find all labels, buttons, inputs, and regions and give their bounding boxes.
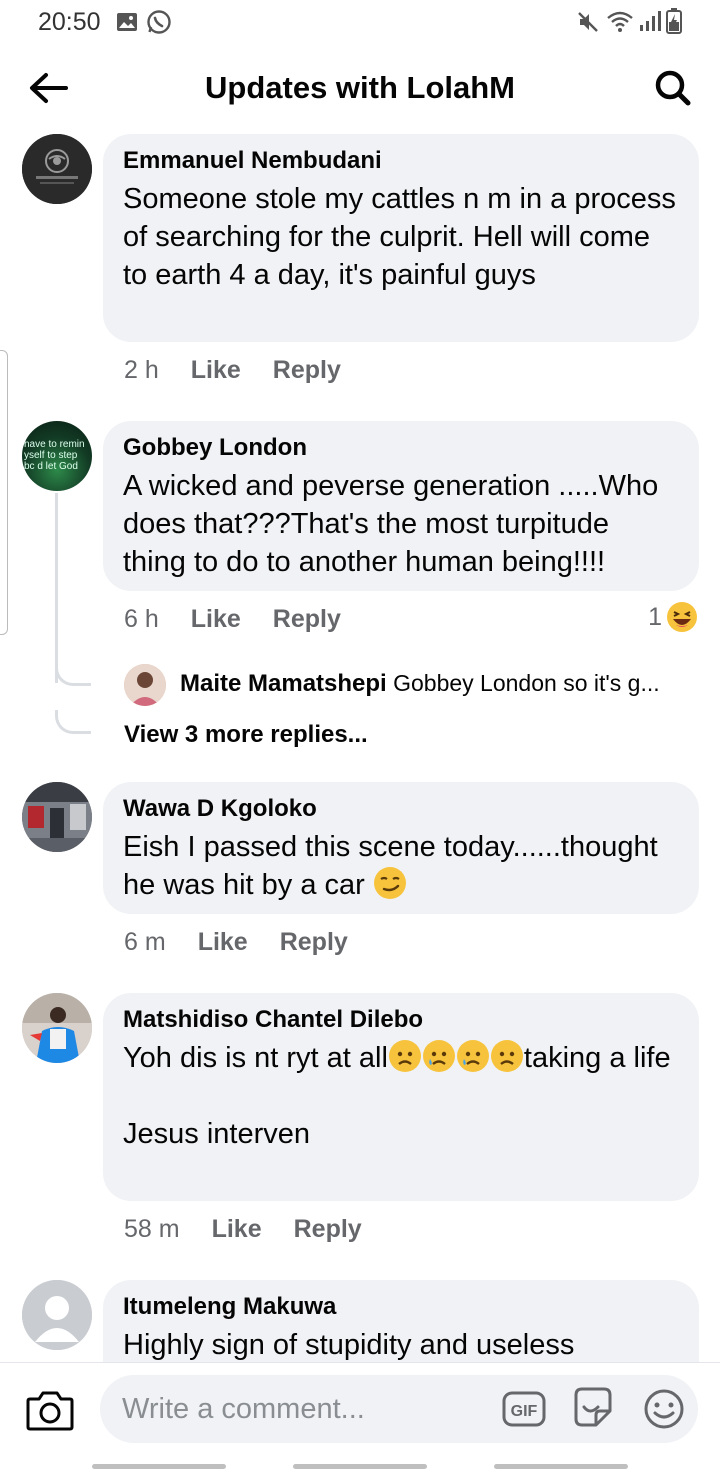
whatsapp-icon	[147, 10, 171, 34]
reply-snippet: Maite Mamatshepi Gobbey London so it's g…	[180, 670, 700, 698]
thread-connector	[55, 662, 91, 686]
sad-emoji-icon	[388, 1040, 421, 1072]
reply-text: Gobbey London so it's g...	[393, 670, 660, 696]
avatar-caption: have to remin yself to step bc d let God…	[24, 439, 85, 473]
comment-author[interactable]: Emmanuel Nembudani	[123, 146, 679, 176]
camera-button[interactable]	[24, 1387, 76, 1433]
avatar[interactable]: have to remin yself to step bc d let God…	[22, 421, 92, 491]
comment-time[interactable]: 2 h	[124, 356, 159, 385]
avatar[interactable]	[22, 782, 92, 852]
person-photo-icon	[22, 993, 92, 1063]
mute-icon	[578, 12, 598, 32]
reply-button[interactable]: Reply	[294, 1215, 362, 1244]
avatar[interactable]	[22, 993, 92, 1063]
comment-bubble[interactable]: Wawa D Kgoloko Eish I passed this scene …	[103, 782, 699, 914]
like-button[interactable]: Like	[198, 928, 248, 957]
scroll-handle[interactable]	[0, 350, 8, 635]
signal-icon	[640, 11, 661, 31]
comment-text: Eish I passed this scene today......thou…	[123, 828, 679, 904]
smirk-emoji-icon	[373, 867, 406, 899]
default-avatar-icon	[22, 1280, 92, 1350]
gif-icon[interactable]: GIF	[502, 1389, 546, 1429]
page-title: Updates with LolahM	[205, 70, 515, 105]
comment-text: Highly sign of stupidity and useless	[123, 1329, 575, 1361]
recent-apps-button[interactable]	[92, 1464, 226, 1469]
avatar[interactable]	[22, 134, 92, 204]
avatar[interactable]	[22, 1280, 92, 1350]
comment-composer: GIF	[0, 1362, 720, 1452]
like-button[interactable]: Like	[212, 1215, 262, 1244]
sad-emoji-icon	[422, 1040, 455, 1072]
gallery-icon	[117, 13, 137, 31]
reply-button[interactable]: Reply	[273, 356, 341, 385]
comment-bubble[interactable]: Gobbey London A wicked and peverse gener…	[103, 421, 699, 591]
comment-text-line: Yoh dis is nt ryt at all	[123, 1042, 388, 1074]
view-more-replies-link[interactable]: View 3 more replies...	[124, 721, 368, 749]
reaction-count: 1	[648, 602, 662, 631]
comment-time[interactable]: 6 m	[124, 928, 166, 957]
sticker-icon[interactable]	[570, 1385, 616, 1431]
thread-connector	[55, 710, 91, 734]
reply-button[interactable]: Reply	[273, 605, 341, 634]
person-photo-icon	[124, 664, 166, 706]
logo-icon	[22, 134, 92, 204]
haha-reaction-icon	[667, 602, 697, 632]
search-icon	[655, 70, 691, 106]
reply-author[interactable]: Maite Mamatshepi	[180, 670, 387, 697]
comment-text-line: Jesus interven	[123, 1118, 310, 1150]
comment-actions: 6 h Like Reply	[124, 605, 373, 634]
comment-text: Someone stole my cattles n m in a proces…	[123, 183, 684, 291]
emoji-icon[interactable]	[642, 1387, 686, 1431]
wifi-icon	[607, 11, 633, 32]
sad-emoji-icon	[456, 1040, 489, 1072]
status-time: 20:50	[38, 8, 101, 36]
comment-bubble[interactable]: Matshidiso Chantel Dilebo Yoh dis is nt …	[103, 993, 699, 1201]
sad-emoji-icon	[490, 1040, 523, 1072]
comment-actions: 6 m Like Reply	[124, 928, 380, 957]
comment-author[interactable]: Wawa D Kgoloko	[123, 794, 679, 824]
comment-actions: 2 h Like Reply	[124, 356, 373, 385]
comment-text: Yoh dis is nt ryt at all taking a life Je…	[123, 1039, 679, 1153]
comment-time[interactable]: 58 m	[124, 1215, 180, 1244]
thread-line	[55, 493, 58, 683]
battery-icon	[666, 8, 682, 34]
home-button[interactable]	[293, 1464, 427, 1469]
comment-text-line: taking a life	[523, 1042, 671, 1074]
comment-bubble[interactable]: Emmanuel Nembudani Someone stole my catt…	[103, 134, 699, 342]
reply-button[interactable]: Reply	[280, 928, 348, 957]
reply-preview[interactable]: Maite Mamatshepi Gobbey London so it's g…	[124, 662, 704, 708]
comment-author[interactable]: Matshidiso Chantel Dilebo	[123, 1005, 679, 1035]
comment-author[interactable]: Gobbey London	[123, 433, 679, 463]
like-button[interactable]: Like	[191, 605, 241, 634]
search-button[interactable]	[646, 64, 698, 112]
camera-icon	[26, 1391, 74, 1431]
comment-actions: 58 m Like Reply	[124, 1215, 394, 1244]
comment-text: A wicked and peverse generation .....Who…	[123, 470, 667, 578]
status-bar: 20:50	[0, 0, 720, 46]
svg-text:GIF: GIF	[511, 1403, 538, 1420]
storefront-photo-icon	[22, 782, 92, 852]
avatar[interactable]	[124, 664, 166, 706]
comment-author[interactable]: Itumeleng Makuwa	[123, 1292, 679, 1322]
header: Updates with LolahM	[0, 56, 720, 120]
like-button[interactable]: Like	[191, 356, 241, 385]
reaction-summary[interactable]: 1	[648, 601, 698, 633]
system-nav-bar	[0, 1452, 720, 1480]
back-system-button[interactable]	[494, 1464, 628, 1469]
comment-time[interactable]: 6 h	[124, 605, 159, 634]
